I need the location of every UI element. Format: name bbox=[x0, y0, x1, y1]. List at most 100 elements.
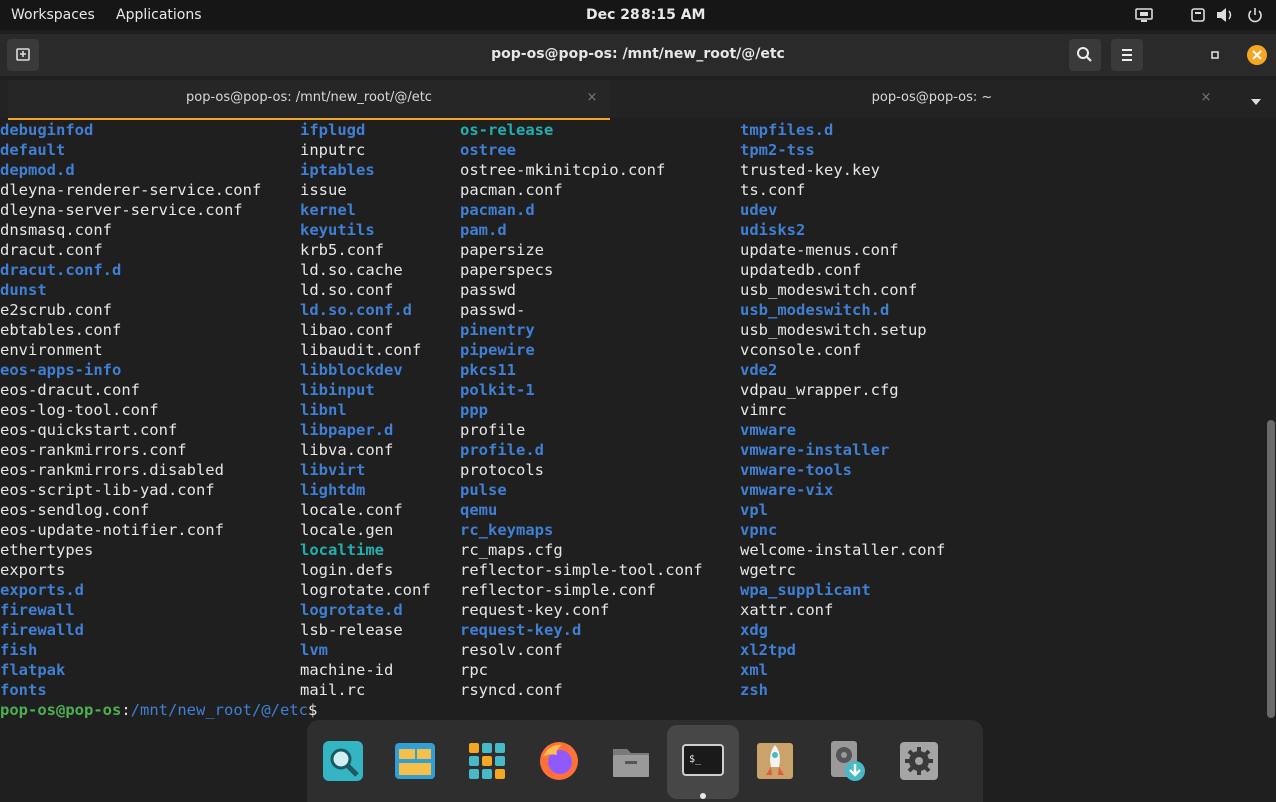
top-bar: Workspaces Applications Dec 28 8:15 AM bbox=[0, 0, 1276, 30]
directory-entry: iptables bbox=[300, 161, 375, 179]
file-entry: rc_maps.cfg bbox=[460, 541, 563, 559]
file-entry: e2scrub.conf bbox=[0, 301, 112, 319]
tab-home-close-icon[interactable]: × bbox=[1196, 80, 1216, 116]
tab-label: pop-os@pop-os: /mnt/new_root/@/etc bbox=[186, 90, 432, 105]
directory-entry: rc_keymaps bbox=[460, 521, 554, 539]
directory-entry: xl2tpd bbox=[740, 641, 796, 659]
file-entry: ethertypes bbox=[0, 541, 94, 559]
files-icon bbox=[613, 749, 649, 777]
file-entry: ostree-mkinitcpio.conf bbox=[460, 161, 666, 179]
listing-column-2: ifplugd inputrc iptables issue kernel keyutil… bbox=[300, 120, 431, 700]
directory-entry: udev bbox=[740, 201, 778, 219]
file-entry: reflector-simple.conf bbox=[460, 581, 656, 599]
window-header: pop-os@pop-os: /mnt/new_root/@/etc bbox=[0, 34, 1276, 76]
tab-label: pop-os@pop-os: ~ bbox=[871, 90, 993, 105]
menu-button[interactable] bbox=[1111, 39, 1143, 71]
terminal-scrollbar[interactable] bbox=[1267, 420, 1275, 718]
directory-entry: request-key.d bbox=[460, 621, 582, 639]
power-icon[interactable] bbox=[1247, 6, 1263, 24]
dock-disk-installer[interactable] bbox=[811, 725, 883, 799]
directory-entry: ppp bbox=[460, 401, 488, 419]
clock-time[interactable]: 8:15 AM bbox=[641, 0, 705, 30]
directory-entry: vde2 bbox=[740, 361, 778, 379]
directory-entry: vpl bbox=[740, 501, 768, 519]
maximize-button[interactable] bbox=[1199, 39, 1231, 71]
clock-date[interactable]: Dec 28 bbox=[586, 0, 640, 30]
tab-etc-close-icon[interactable]: × bbox=[582, 80, 602, 116]
directory-entry: flatpak bbox=[0, 661, 66, 679]
file-entry: usb_modeswitch.conf bbox=[740, 281, 918, 299]
shell-prompt[interactable]: pop-os@pop-os:/mnt/new_root/@/etc$ bbox=[0, 700, 317, 720]
workspaces-button[interactable]: Workspaces bbox=[11, 0, 95, 30]
search-button[interactable] bbox=[1069, 39, 1101, 71]
file-entry: dnsmasq.conf bbox=[0, 221, 112, 239]
dock-firefox[interactable] bbox=[523, 725, 595, 799]
directory-entry: firewalld bbox=[0, 621, 84, 639]
close-button[interactable] bbox=[1241, 39, 1273, 71]
directory-entry: pulse bbox=[460, 481, 507, 499]
file-entry: reflector-simple-tool.conf bbox=[460, 561, 703, 579]
directory-entry: eos-apps-info bbox=[0, 361, 122, 379]
file-entry: request-key.conf bbox=[460, 601, 610, 619]
dock-app-grid[interactable] bbox=[451, 725, 523, 799]
app-grid-icon bbox=[469, 743, 505, 779]
directory-entry: pam.d bbox=[460, 221, 507, 239]
file-entry: resolv.conf bbox=[460, 641, 563, 659]
directory-entry: pinentry bbox=[460, 321, 535, 339]
directory-entry: vmware-tools bbox=[740, 461, 852, 479]
tab-etc[interactable]: pop-os@pop-os: /mnt/new_root/@/etc bbox=[8, 80, 610, 121]
file-entry: krb5.conf bbox=[300, 241, 384, 259]
file-entry: profile bbox=[460, 421, 526, 439]
directory-entry: usb_modeswitch.d bbox=[740, 301, 890, 319]
directory-entry: libnl bbox=[300, 401, 347, 419]
file-entry: passwd bbox=[460, 281, 516, 299]
listing-column-4: tmpfiles.d tpm2-tss trusted-key.key ts.conf… bbox=[740, 120, 945, 700]
dock: $_ bbox=[307, 720, 983, 802]
symlink-entry: localtime bbox=[300, 541, 384, 559]
dock-files[interactable] bbox=[595, 725, 667, 799]
directory-entry: exports.d bbox=[0, 581, 84, 599]
volume-icon[interactable] bbox=[1215, 6, 1235, 24]
dock-settings[interactable] bbox=[883, 725, 955, 799]
file-entry: ts.conf bbox=[740, 181, 806, 199]
terminal-output[interactable]: debuginfod default depmod.d dleyna-renderer… bbox=[0, 120, 1266, 720]
file-entry: locale.gen bbox=[300, 521, 394, 539]
directory-entry: libblockdev bbox=[300, 361, 403, 379]
file-entry: updatedb.conf bbox=[740, 261, 862, 279]
file-entry: welcome-installer.conf bbox=[740, 541, 946, 559]
running-indicator bbox=[700, 793, 706, 799]
file-entry: passwd- bbox=[460, 301, 526, 319]
dock-terminal[interactable]: $_ bbox=[667, 725, 739, 799]
prompt-user-host: pop-os@pop-os bbox=[0, 701, 122, 719]
dock-workspaces-app[interactable] bbox=[379, 725, 451, 799]
prompt-separator: : bbox=[121, 701, 131, 719]
directory-entry: logrotate.d bbox=[300, 601, 403, 619]
directory-entry: zsh bbox=[740, 681, 768, 699]
listing-column-1: debuginfod default depmod.d dleyna-renderer… bbox=[0, 120, 261, 700]
file-entry: rsyncd.conf bbox=[460, 681, 563, 699]
svg-text:$_: $_ bbox=[689, 754, 702, 765]
keyboard-icon[interactable] bbox=[1191, 6, 1205, 24]
directory-entry: kernel bbox=[300, 201, 356, 219]
directory-entry: tpm2-tss bbox=[740, 141, 815, 159]
directory-entry: pkcs11 bbox=[460, 361, 516, 379]
directory-entry: libpaper.d bbox=[300, 421, 394, 439]
directory-entry: lightdm bbox=[300, 481, 366, 499]
file-entry: eos-sendlog.conf bbox=[0, 501, 150, 519]
file-entry: logrotate.conf bbox=[300, 581, 431, 599]
directory-entry: lvm bbox=[300, 641, 328, 659]
file-entry: xattr.conf bbox=[740, 601, 834, 619]
directory-entry: xml bbox=[740, 661, 768, 679]
dock-search-app[interactable] bbox=[307, 725, 379, 799]
file-entry: libva.conf bbox=[300, 441, 394, 459]
file-entry: inputrc bbox=[300, 141, 366, 159]
disk-installer-icon bbox=[831, 741, 865, 781]
tab-bar: pop-os@pop-os: /mnt/new_root/@/etc × pop… bbox=[0, 80, 1276, 121]
tabs-dropdown-chevron-down-icon[interactable] bbox=[1249, 93, 1263, 105]
applications-button[interactable]: Applications bbox=[116, 0, 202, 30]
file-entry: vconsole.conf bbox=[740, 341, 862, 359]
dock-pop-shop[interactable] bbox=[739, 725, 811, 799]
directory-entry: wpa_supplicant bbox=[740, 581, 871, 599]
tab-home[interactable]: pop-os@pop-os: ~ bbox=[622, 80, 1242, 118]
display-icon[interactable] bbox=[1135, 6, 1153, 24]
